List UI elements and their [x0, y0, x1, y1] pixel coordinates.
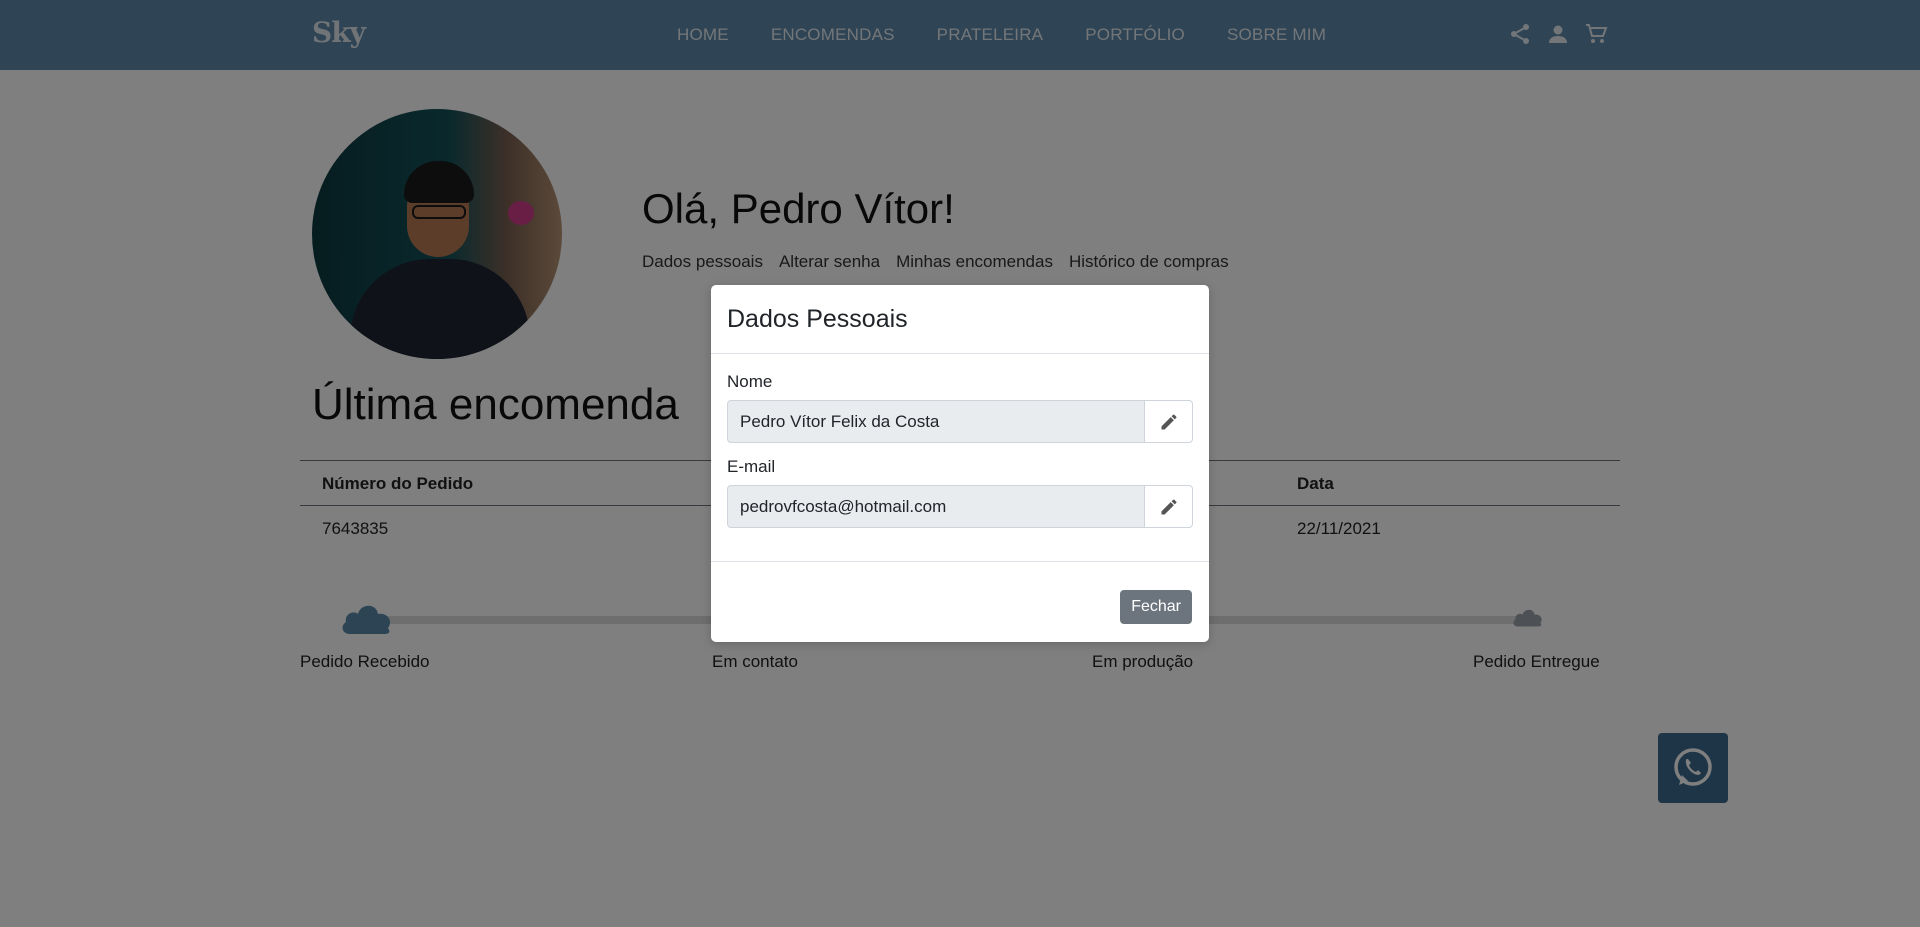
edit-name-button[interactable] [1145, 400, 1193, 443]
modal-footer: Fechar [711, 562, 1209, 642]
name-field[interactable]: Pedro Vítor Felix da Costa [727, 400, 1145, 443]
modal-title: Dados Pessoais [727, 305, 908, 333]
pencil-icon [1161, 413, 1177, 429]
name-input-group: Pedro Vítor Felix da Costa [727, 400, 1193, 443]
name-label: Nome [727, 372, 773, 391]
email-label: E-mail [727, 457, 776, 476]
pencil-icon [1161, 498, 1177, 514]
modal-body: Nome Pedro Vítor Felix da Costa E-mail p… [711, 354, 1209, 562]
modal-header: Dados Pessoais [711, 285, 1209, 354]
personal-data-modal: Dados Pessoais Nome Pedro Vítor Felix da… [711, 285, 1209, 642]
email-field[interactable]: pedrovfcosta@hotmail.com [727, 485, 1145, 528]
edit-email-button[interactable] [1145, 485, 1193, 528]
close-button[interactable]: Fechar [1120, 590, 1192, 624]
email-input-group: pedrovfcosta@hotmail.com [727, 485, 1193, 528]
